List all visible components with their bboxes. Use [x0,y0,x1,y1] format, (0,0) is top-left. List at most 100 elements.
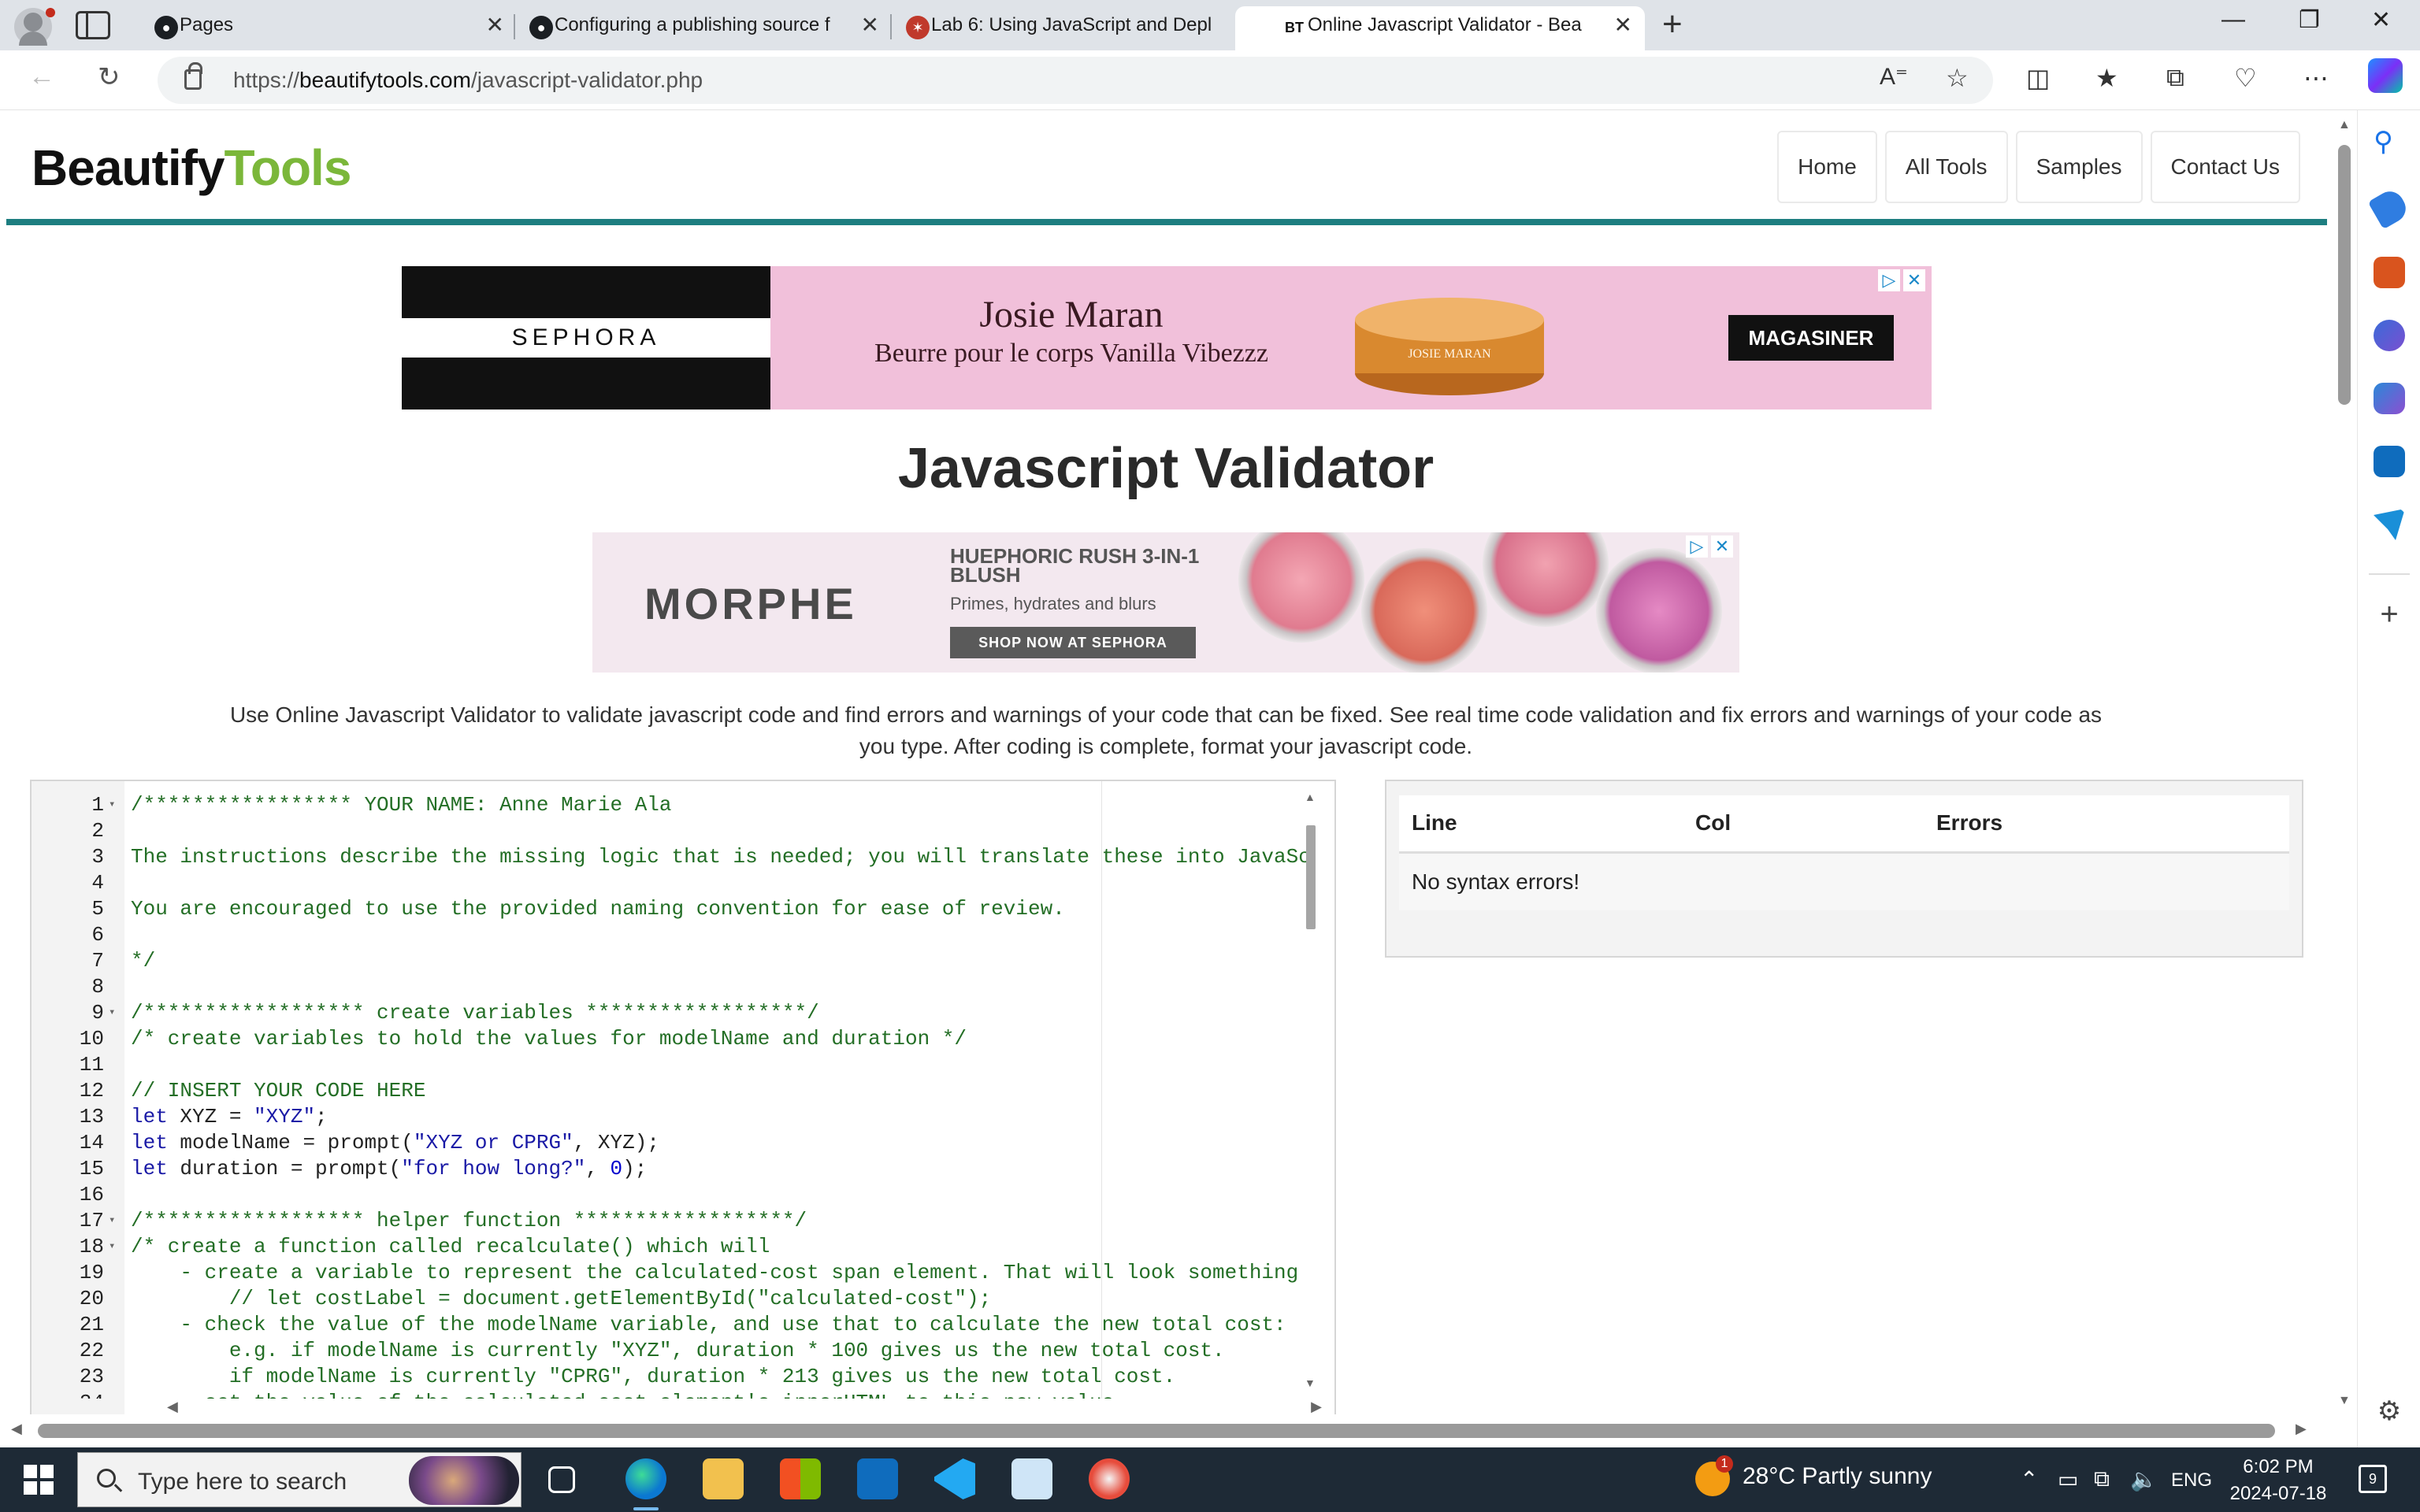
minimize-icon[interactable]: — [2221,6,2245,33]
code-line[interactable]: 14 let modelName = prompt("XYZ or CPRG", … [32,1130,1308,1156]
code-line[interactable]: 22 e.g. if modelName is currently "XYZ",… [32,1338,1308,1364]
tab-lab-6[interactable]: ✶ Lab 6: Using JavaScript and Depl ✕ [859,6,1268,50]
code-line[interactable]: 13 let XYZ = "XYZ"; [32,1104,1308,1130]
split-screen-icon[interactable]: ◫ [2026,63,2050,93]
mail-icon[interactable] [857,1458,898,1499]
sidebar-search-icon[interactable]: ⚲ [2374,126,2405,158]
sidebar-outlook-icon[interactable] [2374,446,2405,477]
code-line[interactable]: 24 - set the value of the calculated-cos… [32,1390,1308,1399]
battery-icon[interactable]: ▭ [2058,1466,2078,1492]
scroll-right-icon[interactable]: ▶ [2296,1421,2307,1437]
code-line[interactable]: 6 [32,922,1308,948]
sidebar-add-icon[interactable]: + [2374,598,2405,630]
scroll-left-icon[interactable]: ◀ [11,1421,22,1437]
adchoices-icon[interactable]: ▷ [1878,269,1900,291]
code-line[interactable]: 11 [32,1052,1308,1078]
scroll-right-icon[interactable]: ▶ [1311,1399,1322,1414]
code-line[interactable]: 16 [32,1182,1308,1208]
task-view-icon[interactable] [548,1466,575,1493]
read-aloud-icon[interactable]: A⁼ [1880,63,1908,91]
address-bar[interactable]: https://beautifytools.com/javascript-val… [158,57,1993,104]
code-editor[interactable]: 1 ▾/***************** YOUR NAME: Anne Mar… [30,780,1336,1414]
nav-home[interactable]: Home [1777,131,1877,203]
scroll-left-icon[interactable]: ◀ [167,1399,178,1414]
volume-icon[interactable]: 🔈 [2130,1466,2158,1492]
tab-pages[interactable]: ● Pages ✕ [107,6,517,50]
scroll-down-icon[interactable]: ▼ [1305,1377,1316,1389]
taskbar-search-box[interactable]: Type here to search [77,1452,521,1507]
tab-online-javascript-validator[interactable]: BT Online Javascript Validator - Bea ✕ [1235,6,1645,50]
show-hidden-icons-icon[interactable]: ⌃ [2020,1466,2038,1492]
more-options-icon[interactable]: ⋯ [2303,63,2329,93]
sidebar-copilot-icon[interactable] [2374,383,2405,414]
sidebar-shopping-icon[interactable] [2367,186,2411,230]
sidebar-tools-icon[interactable] [2374,257,2405,288]
tab-actions-icon[interactable] [76,11,110,39]
nav-samples[interactable]: Samples [2015,131,2143,203]
code-line[interactable]: 1 ▾ /***************** YOUR NAME: Anne Mar… [32,792,1308,818]
copilot-icon[interactable] [2368,58,2403,93]
adchoices-icon[interactable]: ▷ [1686,536,1708,558]
sidebar-games-icon[interactable] [2374,320,2405,351]
morphe-banner-ad[interactable]: MORPHE HUEPHORIC RUSH 3-IN-1 BLUSH Prime… [592,532,1739,673]
page-scroll-thumb[interactable] [2338,145,2351,405]
fold-toggle-icon[interactable]: ▾ [109,1000,115,1026]
nav-all-tools[interactable]: All Tools [1884,131,2008,203]
sidebar-settings-icon[interactable]: ⚙ [2374,1395,2405,1427]
code-line[interactable]: 19 - create a variable to represent the … [32,1260,1308,1286]
code-line[interactable]: 2 [32,818,1308,844]
page-horizontal-scroll-thumb[interactable] [38,1424,2275,1438]
code-line[interactable]: 12 // INSERT YOUR CODE HERE [32,1078,1308,1104]
code-line[interactable]: 20 // let costLabel = document.getElemen… [32,1286,1308,1312]
browser-essentials-icon[interactable]: ♡ [2234,63,2257,93]
code-lines[interactable]: 1 ▾/***************** YOUR NAME: Anne Mar… [32,781,1308,1399]
store-icon[interactable] [780,1458,821,1499]
favorite-star-icon[interactable]: ☆ [1946,63,1969,93]
favorites-icon[interactable]: ★ [2095,63,2118,93]
fold-toggle-icon[interactable]: ▾ [109,1208,115,1234]
site-logo[interactable]: BeautifyTools [32,139,351,197]
code-line[interactable]: 4 [32,870,1308,896]
url-text[interactable]: https://beautifytools.com/javascript-val… [233,68,703,93]
code-line[interactable]: 10 /* create variables to hold the values… [32,1026,1308,1052]
code-line[interactable]: 15 let duration = prompt("for how long?",… [32,1156,1308,1182]
fold-toggle-icon[interactable]: ▾ [109,1234,115,1260]
search-highlight-image[interactable] [409,1456,519,1505]
new-tab-icon[interactable]: + [1662,5,1683,44]
lock-icon[interactable] [184,62,202,90]
notifications-icon[interactable]: 9 [2359,1465,2387,1493]
refresh-icon[interactable]: ↻ [98,61,121,93]
sidebar-send-icon[interactable] [2374,509,2405,540]
network-icon[interactable]: ⧉ [2094,1466,2110,1492]
notepad-icon[interactable] [1011,1458,1052,1499]
sephora-banner-ad[interactable]: SEPHORA Josie Maran Beurre pour le corps… [402,266,1932,410]
code-line[interactable]: 17 ▾ /****************** helper function *… [32,1208,1308,1234]
tab-configuring-publishing-source[interactable]: ● Configuring a publishing source f ✕ [482,6,892,50]
code-line[interactable]: 3 The instructions describe the missing l… [32,844,1308,870]
ad-shop-button[interactable]: MAGASINER [1728,315,1894,361]
paint-icon[interactable] [1089,1458,1130,1499]
nav-contact-us[interactable]: Contact Us [2150,131,2300,203]
close-ad-icon[interactable]: ✕ [1711,536,1733,558]
scroll-up-icon[interactable]: ▲ [1305,791,1316,803]
restore-icon[interactable]: ❐ [2299,6,2320,34]
scroll-down-icon[interactable]: ▼ [2338,1394,2351,1408]
code-line[interactable]: 23 if modelName is currently "CPRG", dur… [32,1364,1308,1390]
back-icon[interactable]: ← [28,61,55,92]
code-line[interactable]: 18 ▾ /* create a function called recalcula… [32,1234,1308,1260]
fold-toggle-icon[interactable]: ▾ [109,792,115,818]
collections-icon[interactable]: ⧉ [2166,63,2184,93]
clock[interactable]: 6:02 PM 2024-07-18 [2223,1454,2333,1507]
weather-text[interactable]: 28°C Partly sunny [1743,1463,1932,1490]
close-tab-icon[interactable]: ✕ [1614,6,1632,44]
scroll-up-icon[interactable]: ▲ [2338,118,2351,132]
editor-horizontal-scrollbar[interactable]: ◀ ▶ [124,1399,1322,1414]
editor-scroll-thumb[interactable] [1306,825,1316,929]
ad-shop-button[interactable]: SHOP NOW AT SEPHORA [950,627,1196,658]
code-line[interactable]: 9 ▾ /****************** create variables *… [32,1000,1308,1026]
windows-start-icon[interactable] [24,1465,54,1495]
close-window-icon[interactable]: ✕ [2371,6,2391,34]
language-indicator[interactable]: ENG [2171,1469,2212,1492]
vscode-icon[interactable] [934,1458,975,1499]
close-ad-icon[interactable]: ✕ [1903,269,1925,291]
